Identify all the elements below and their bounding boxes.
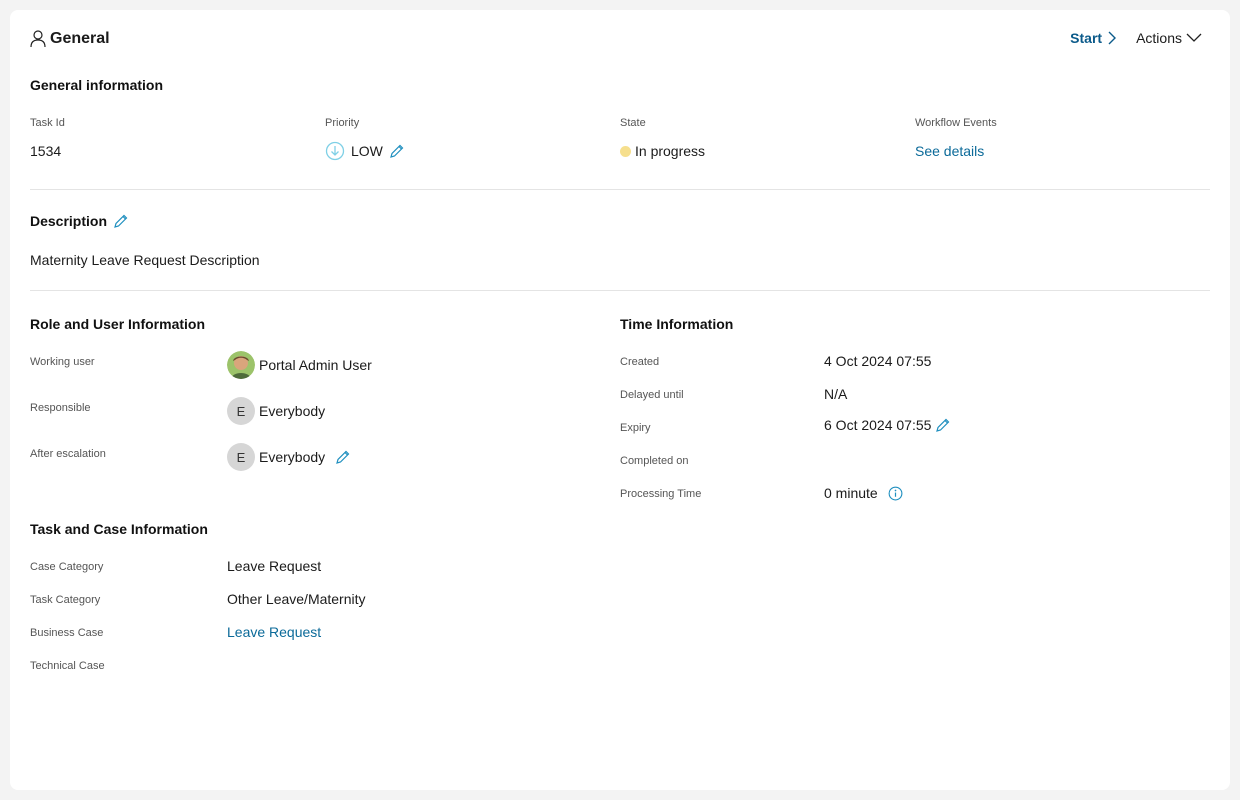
priority-text: LOW: [351, 143, 383, 159]
description-title: Description: [30, 213, 129, 229]
actions-dropdown-label: Actions: [1136, 30, 1182, 46]
header-actions: Start Actions: [1070, 30, 1202, 46]
state-status-dot: [620, 145, 631, 157]
task-category-label: Task Category: [30, 594, 101, 606]
state-text: In progress: [635, 143, 706, 159]
task-id-label: Task Id: [30, 117, 65, 129]
card-title-text: General: [50, 30, 110, 47]
processing-value: 0 minute: [824, 485, 903, 501]
divider: [30, 189, 1210, 190]
info-icon[interactable]: [888, 486, 903, 501]
edit-description-pencil-icon[interactable]: [113, 213, 129, 229]
expiry-label: Expiry: [620, 422, 651, 434]
time-info-title: Time Information: [620, 316, 734, 332]
task-case-title: Task and Case Information: [30, 521, 208, 537]
expiry-text: 6 Oct 2024 07:55: [824, 417, 932, 433]
card-header: General Start Actions: [30, 30, 1210, 52]
delayed-value: N/A: [824, 386, 848, 402]
arrow-down-circle-icon: [325, 141, 345, 161]
processing-label: Processing Time: [620, 488, 702, 500]
working-user-value: Portal Admin User: [227, 351, 372, 379]
priority-value: LOW: [325, 141, 405, 161]
actions-dropdown[interactable]: Actions: [1136, 30, 1202, 46]
processing-text: 0 minute: [824, 485, 878, 501]
escalation-value: E Everybody: [227, 443, 351, 471]
created-label: Created: [620, 356, 660, 368]
edit-priority-pencil-icon[interactable]: [389, 143, 405, 159]
divider: [30, 290, 1210, 291]
description-text: Maternity Leave Request Description: [30, 252, 260, 268]
completed-label: Completed on: [620, 455, 689, 467]
escalation-name: Everybody: [259, 449, 326, 465]
avatar: [227, 351, 255, 379]
edit-escalation-pencil-icon[interactable]: [335, 449, 351, 465]
chevron-down-icon: [1182, 33, 1202, 43]
working-user-name: Portal Admin User: [259, 357, 372, 373]
delayed-label: Delayed until: [620, 389, 684, 401]
person-icon: [30, 30, 50, 48]
avatar: E: [227, 443, 255, 471]
case-category-label: Case Category: [30, 561, 104, 573]
case-category-value: Leave Request: [227, 558, 322, 574]
description-title-text: Description: [30, 213, 108, 229]
responsible-label: Responsible: [30, 402, 91, 414]
edit-expiry-pencil-icon[interactable]: [935, 417, 951, 433]
created-value: 4 Oct 2024 07:55: [824, 353, 932, 369]
responsible-value: E Everybody: [227, 397, 325, 425]
card-title: General: [30, 30, 110, 48]
responsible-name: Everybody: [259, 403, 326, 419]
general-info-title: General information: [30, 77, 164, 93]
state-label: State: [620, 117, 646, 129]
chevron-right-icon: [1102, 31, 1117, 45]
expiry-value: 6 Oct 2024 07:55: [824, 417, 951, 433]
role-user-title: Role and User Information: [30, 316, 206, 332]
business-case-label: Business Case: [30, 627, 104, 639]
see-details-link[interactable]: See details: [915, 143, 984, 159]
start-button[interactable]: Start: [1070, 30, 1117, 46]
task-details-card: General Start Actions General informatio…: [10, 10, 1230, 790]
workflow-events-label: Workflow Events: [915, 117, 997, 129]
start-button-label: Start: [1070, 30, 1103, 46]
avatar: E: [227, 397, 255, 425]
state-value: In progress: [620, 143, 705, 159]
business-case-link[interactable]: Leave Request: [227, 624, 321, 640]
escalation-label: After escalation: [30, 448, 106, 460]
technical-case-label: Technical Case: [30, 660, 105, 672]
priority-label: Priority: [325, 117, 360, 129]
task-category-value: Other Leave/Maternity: [227, 591, 366, 607]
working-user-label: Working user: [30, 356, 95, 368]
task-id-value: 1534: [30, 143, 62, 159]
